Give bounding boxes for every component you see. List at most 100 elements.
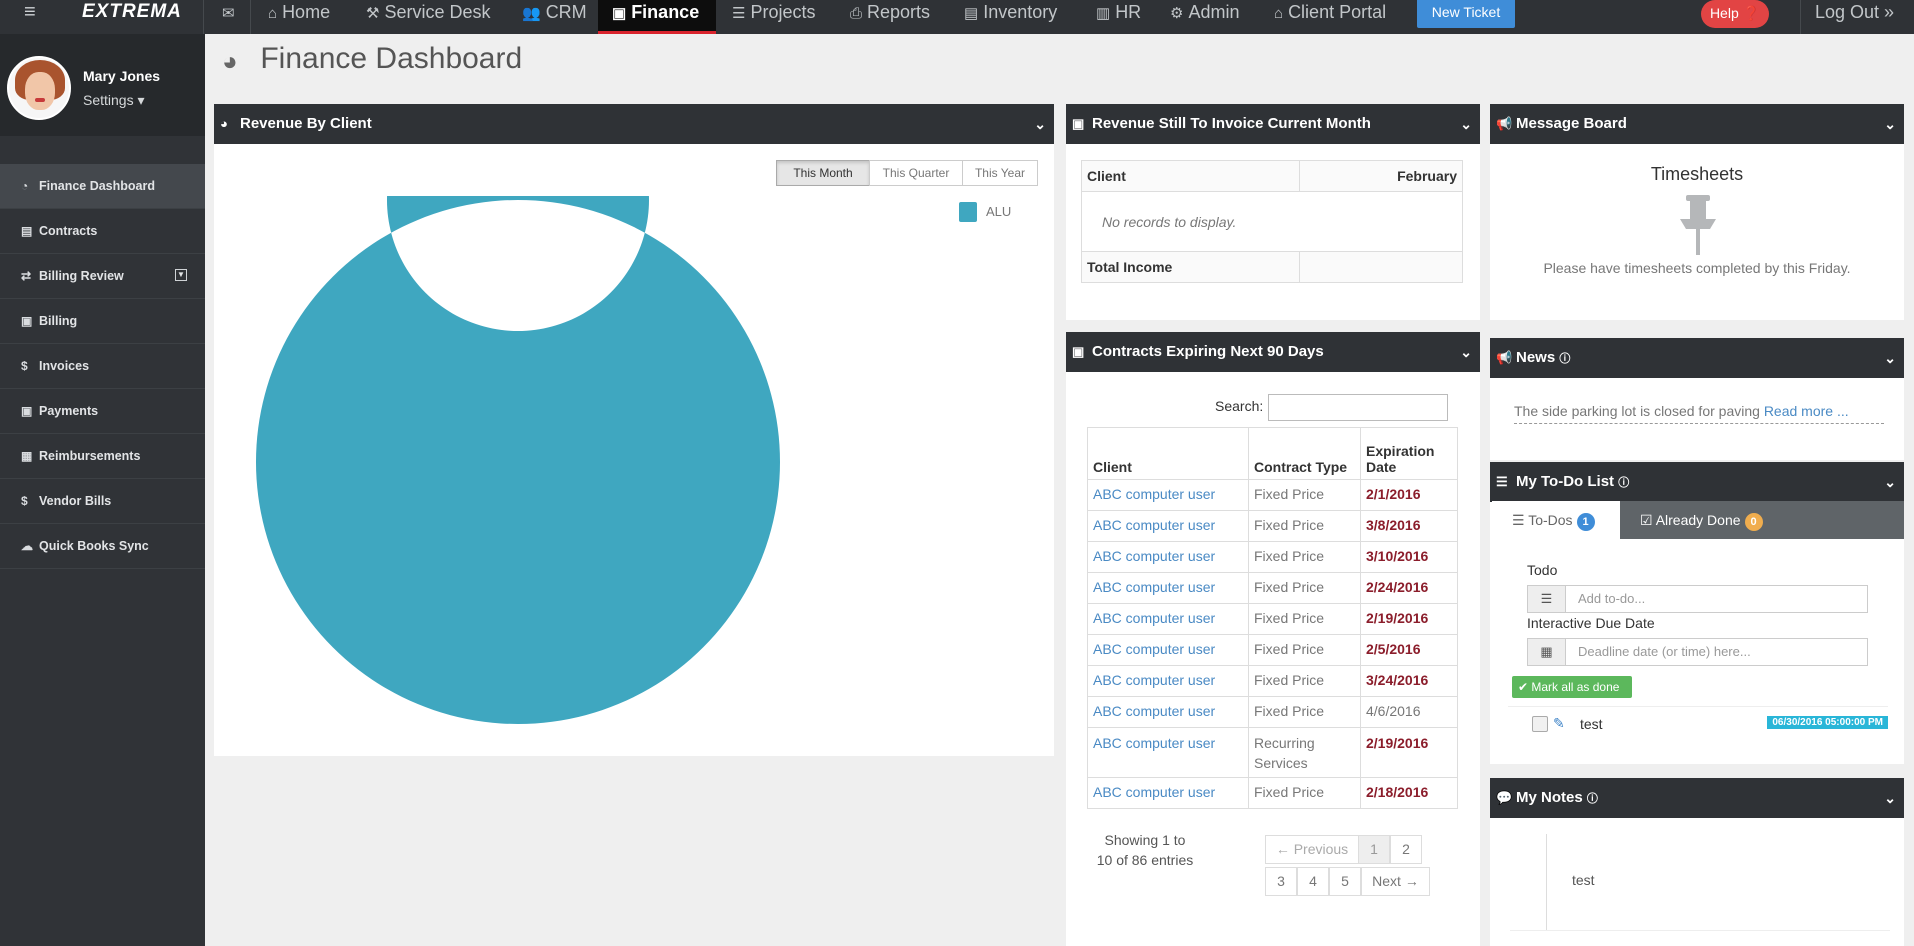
avatar[interactable] [7, 56, 71, 120]
table-row[interactable]: ABC computer user Fixed Price 4/6/2016 [1087, 696, 1458, 728]
chevron-down-icon[interactable]: ⌄ [1034, 104, 1046, 144]
panel-header: ▣ Revenue Still To Invoice Current Month ⌄ [1066, 104, 1480, 144]
nav-crm[interactable]: 👥 CRM [522, 0, 587, 34]
hamburger-menu-icon[interactable]: ≡ [24, 0, 44, 34]
client-link[interactable]: ABC computer user [1093, 548, 1215, 564]
info-icon[interactable]: ⓘ [1587, 793, 1598, 805]
column-header-contract-type[interactable]: Contract Type [1248, 427, 1361, 480]
cell-client: ABC computer user [1087, 541, 1249, 573]
column-header-client[interactable]: Client [1087, 427, 1249, 480]
cell-client: ABC computer user [1087, 603, 1249, 635]
nav-projects[interactable]: ☰ Projects [732, 0, 815, 34]
nav-mail[interactable]: ✉ [222, 0, 240, 34]
search-input[interactable] [1268, 394, 1448, 421]
legend-label[interactable]: ALU [986, 204, 1011, 219]
due-date-input[interactable]: ▦ Deadline date (or time) here... [1527, 638, 1868, 666]
client-link[interactable]: ABC computer user [1093, 672, 1215, 688]
chevron-down-icon[interactable]: ⌄ [1460, 332, 1472, 372]
nav-admin[interactable]: ⚙ Admin [1170, 0, 1239, 34]
nav-finance[interactable]: ▣ Finance [598, 0, 716, 34]
notes-panel: 💬 My Notes ⓘ ⌄ [1490, 778, 1904, 946]
todo-checkbox[interactable] [1532, 716, 1548, 732]
list-icon: ☰ [1528, 586, 1566, 612]
cell-client: ABC computer user [1087, 510, 1249, 542]
table-row[interactable]: ABC computer user Fixed Price 3/24/2016 [1087, 665, 1458, 697]
sidebar-item-finance-dashboard[interactable]: ◔ Finance Dashboard [0, 164, 205, 209]
nav-service-desk[interactable]: ⚒ Service Desk [366, 0, 490, 34]
nav-reports[interactable]: ⎙ Reports [850, 0, 930, 34]
client-link[interactable]: ABC computer user [1093, 703, 1215, 719]
panel-header: ◕ Revenue By Client ⌄ [214, 104, 1054, 144]
tab-this-year[interactable]: This Year [962, 160, 1038, 186]
money-icon: ▣ [21, 314, 33, 328]
todo-input[interactable]: ☰ Add to-do... [1527, 585, 1868, 613]
info-icon[interactable]: ⓘ [1559, 353, 1570, 365]
sidebar-item-contracts[interactable]: ▤ Contracts [0, 209, 205, 254]
table-row[interactable]: ABC computer user Fixed Price 2/24/2016 [1087, 572, 1458, 604]
help-button[interactable]: Help ❓ [1701, 0, 1769, 28]
cell-client: ABC computer user [1087, 634, 1249, 666]
sidebar-item-reimbursements[interactable]: ▦ Reimbursements [0, 434, 205, 479]
sidebar-item-invoices[interactable]: $ Invoices [0, 344, 205, 389]
table-row[interactable]: ABC computer user Fixed Price 2/18/2016 [1087, 777, 1458, 809]
sidebar-item-billing[interactable]: ▣ Billing [0, 299, 205, 344]
nav-home[interactable]: ⌂ Home [268, 0, 330, 34]
edit-icon[interactable]: ✎ [1553, 715, 1571, 733]
column-header[interactable]: February [1299, 160, 1463, 192]
client-link[interactable]: ABC computer user [1093, 641, 1215, 657]
read-more-link[interactable]: Read more ... [1764, 403, 1849, 419]
logout-button[interactable]: Log Out » [1815, 0, 1894, 28]
tab-this-quarter[interactable]: This Quarter [869, 160, 963, 186]
tab-todos[interactable]: ☰ To-Dos 1 [1492, 501, 1620, 539]
sidebar-item-vendor-bills[interactable]: $ Vendor Bills [0, 479, 205, 524]
pagination-page-3[interactable]: 3 [1265, 867, 1297, 896]
table-row[interactable]: ABC computer user Fixed Price 3/10/2016 [1087, 541, 1458, 573]
caret-square-down-icon[interactable]: ▼ [175, 269, 187, 281]
pagination-next[interactable]: Next → [1361, 867, 1430, 896]
client-link[interactable]: ABC computer user [1093, 784, 1215, 800]
pagination-page-4[interactable]: 4 [1297, 867, 1329, 896]
chevron-down-icon[interactable]: ⌄ [1884, 104, 1896, 144]
pagination-page-1[interactable]: 1 [1358, 835, 1390, 864]
client-link[interactable]: ABC computer user [1093, 517, 1215, 533]
client-link[interactable]: ABC computer user [1093, 579, 1215, 595]
table-row[interactable]: ABC computer user Recurring Services 2/19/… [1087, 727, 1458, 778]
cell-client: ABC computer user [1087, 777, 1249, 809]
user-settings-dropdown[interactable]: Settings ▾ [83, 92, 145, 109]
chevron-down-icon[interactable]: ⌄ [1884, 778, 1896, 818]
mark-all-done-button[interactable]: ✔ Mark all as done [1512, 676, 1632, 698]
nav-inventory[interactable]: ▤ Inventory [964, 0, 1057, 34]
app-logo[interactable]: EXTREMA [82, 0, 182, 28]
chevron-down-icon[interactable]: ⌄ [1460, 104, 1472, 144]
money-icon: ▣ [1072, 344, 1085, 359]
list-icon: ☰ [1496, 474, 1508, 489]
tab-already-done[interactable]: ☑ Already Done 0 [1620, 501, 1904, 539]
pagination-previous[interactable]: ← Previous [1265, 835, 1359, 864]
column-header-expiration-date[interactable]: Expiration Date [1360, 427, 1458, 480]
new-ticket-button[interactable]: New Ticket [1417, 0, 1515, 28]
client-link[interactable]: ABC computer user [1093, 610, 1215, 626]
nav-client-portal[interactable]: ⌂ Client Portal [1274, 0, 1386, 34]
pagination-page-2[interactable]: 2 [1390, 835, 1422, 864]
cell-contract-type: Fixed Price [1248, 572, 1361, 604]
nav-divider [250, 0, 251, 34]
nav-hr[interactable]: ▥ HR [1096, 0, 1141, 34]
info-icon[interactable]: ⓘ [1618, 477, 1629, 489]
notes-text[interactable]: test [1572, 872, 1595, 888]
chevron-down-icon[interactable]: ⌄ [1884, 338, 1896, 378]
table-row[interactable]: ABC computer user Fixed Price 3/8/2016 [1087, 510, 1458, 542]
client-link[interactable]: ABC computer user [1093, 486, 1215, 502]
table-row[interactable]: ABC computer user Fixed Price 2/1/2016 [1087, 479, 1458, 511]
chevron-down-icon[interactable]: ⌄ [1884, 462, 1896, 502]
legend-swatch[interactable] [959, 202, 977, 222]
sidebar-item-billing-review[interactable]: ⇄ Billing Review ▼ [0, 254, 205, 299]
sidebar-item-payments[interactable]: ▣ Payments [0, 389, 205, 434]
table-row[interactable]: ABC computer user Fixed Price 2/19/2016 [1087, 603, 1458, 635]
tab-this-month[interactable]: This Month [776, 160, 870, 186]
sidebar-item-quick-books-sync[interactable]: ☁ Quick Books Sync [0, 524, 205, 569]
cell-expiration-date: 2/18/2016 [1360, 777, 1458, 809]
column-header[interactable]: Client [1081, 160, 1300, 192]
pagination-page-5[interactable]: 5 [1329, 867, 1361, 896]
client-link[interactable]: ABC computer user [1093, 735, 1215, 751]
table-row[interactable]: ABC computer user Fixed Price 2/5/2016 [1087, 634, 1458, 666]
